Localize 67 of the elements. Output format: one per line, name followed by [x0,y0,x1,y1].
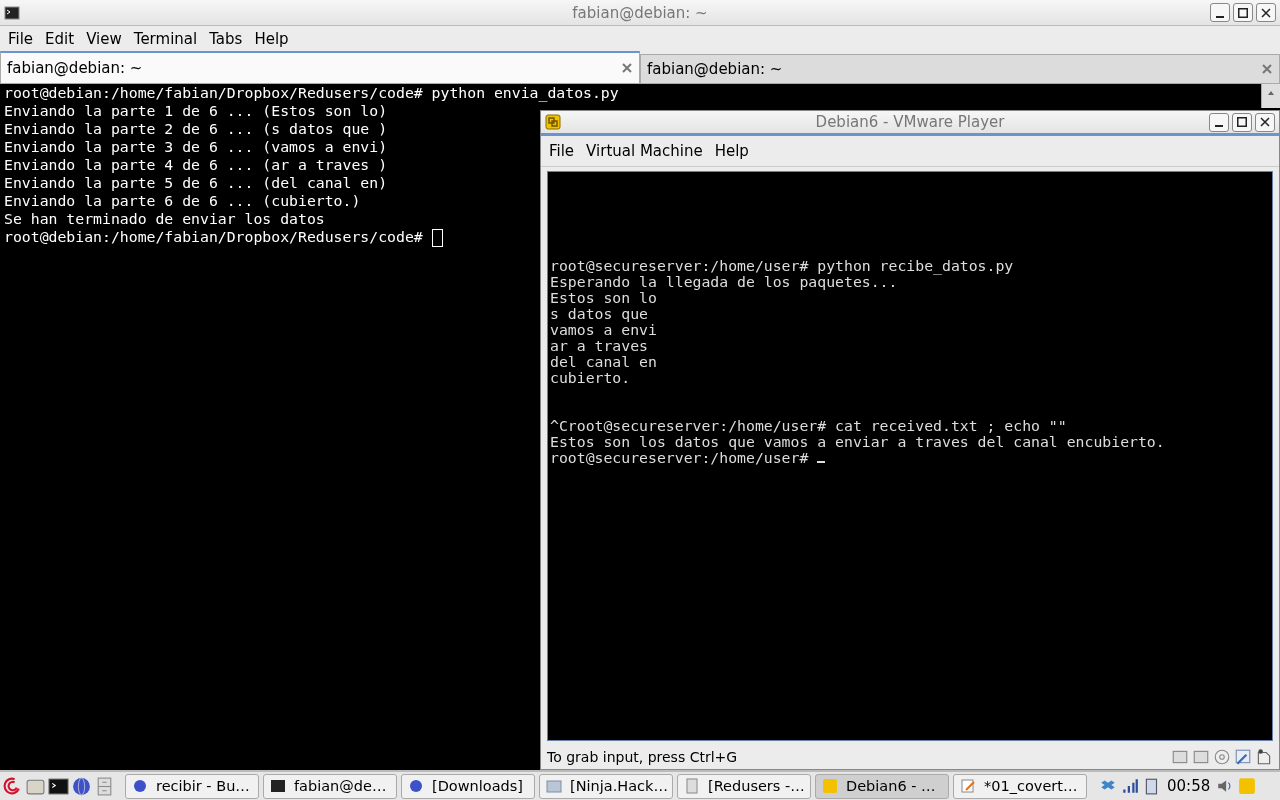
close-icon[interactable] [621,62,633,74]
minimize-icon [1215,125,1223,127]
close-button[interactable] [1256,3,1276,22]
taskbar-button[interactable]: Debian6 - … [815,773,949,799]
text-cursor [431,229,443,247]
clock[interactable]: 00:58 [1165,777,1213,795]
close-icon [1260,117,1270,127]
terminal-line: Enviando la parte 6 de 6 ... (cubierto.) [4,192,361,210]
menu-item[interactable]: Tabs [203,30,249,48]
signal-icon[interactable] [1121,777,1139,795]
terminal-line: root@debian:/home/fabian/Dropbox/Redusers/code# python envia_datos.py [4,84,619,102]
terminal-tab[interactable]: fabian@debian: ~ [0,51,640,84]
text-cursor [817,461,826,463]
menu-item[interactable]: View [80,30,128,48]
console-line: root@secureserver:/home/user# python recibe_datos.py [550,258,1014,274]
window-title: fabian@debian: ~ [572,3,708,22]
maximize-icon [1238,7,1248,18]
maximize-button[interactable] [1232,112,1252,132]
taskbar-button[interactable]: recibir - Bu… [125,773,259,799]
maximize-button[interactable] [1233,3,1253,22]
window-title: Debian6 - VMware Player [815,113,1005,131]
menu-item[interactable]: File [543,142,581,160]
minimize-icon [1216,15,1224,18]
console-line: cubierto. [550,370,631,386]
pencil-icon [960,778,976,794]
cd-icon[interactable] [1213,748,1231,766]
drive-icon[interactable] [1192,748,1210,766]
console-line: Estos son los datos que vamos a enviar a traves del canal encubierto. [550,434,1165,450]
taskbar-button[interactable]: [Ninja.Hack… [539,773,673,799]
terminal-line: Se han terminado de enviar los datos [4,210,325,228]
terminal-line: Enviando la parte 2 de 6 ... (s datos que ) [4,120,388,138]
terminal-line: Enviando la parte 3 de 6 ... (vamos a envi) [4,138,388,156]
close-button[interactable] [1255,112,1275,132]
console-line: del canal en [550,354,657,370]
maximize-icon [1237,117,1247,127]
taskbar-button[interactable]: [Redusers -… [677,773,811,799]
console-line: s datos que [550,306,648,322]
taskbar-button[interactable]: [Downloads] [401,773,535,799]
menu-item[interactable]: File [2,30,40,48]
menu-item[interactable]: Virtual Machine [580,142,709,160]
status-text: To grab input, press Ctrl+G [547,749,738,765]
console-line: ar a traves [550,338,648,354]
usb-icon[interactable] [1255,748,1273,766]
taskbar-button[interactable]: fabian@de… [263,773,397,799]
console-line: vamos a envi [550,322,657,338]
console-line: Esperando la llegada de los paquetes... [550,274,898,290]
minimize-button[interactable] [1210,3,1230,22]
terminal-icon [4,4,20,21]
scrollbar[interactable] [1261,84,1280,108]
terminal-icon [270,778,286,794]
console-line: Estos son lo [550,290,657,306]
console-prompt: root@secureserver:/home/user# [550,449,809,466]
terminal-line: Enviando la parte 4 de 6 ... (ar a traves ) [4,156,388,174]
menu-item[interactable]: Edit [39,30,81,48]
close-icon [1261,7,1271,18]
close-icon[interactable] [1261,63,1273,75]
taskbar-button[interactable]: *01_covert… [953,773,1087,799]
menu-item[interactable]: Terminal [127,30,204,48]
menu-item[interactable]: Help [248,30,295,48]
terminal-line: Enviando la parte 5 de 6 ... (del canal en) [4,174,388,192]
terminal-line: Enviando la parte 1 de 6 ... (Estos son lo) [4,102,388,120]
drive-icon[interactable] [1171,748,1189,766]
terminal-prompt: root@debian:/home/fabian/Dropbox/Redusers/code# [4,228,423,245]
console-line: ^Croot@secureserver:/home/user# cat received.txt ; echo "" [550,418,1067,434]
menu-item[interactable]: Help [708,142,755,160]
terminal-tab[interactable]: fabian@debian: ~ [640,54,1280,84]
minimize-button[interactable] [1209,112,1229,132]
